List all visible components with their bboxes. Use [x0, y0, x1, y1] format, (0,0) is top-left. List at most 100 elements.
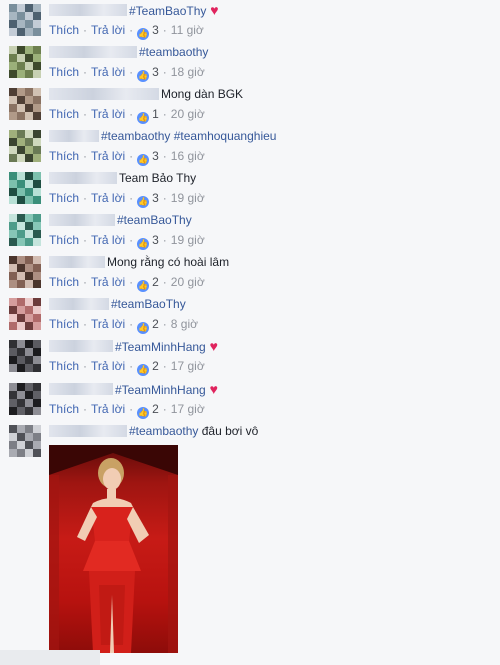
avatar[interactable] — [9, 425, 41, 457]
comment-text: #TeamBaoThy ♥ — [129, 3, 219, 19]
like-link[interactable]: Thích — [49, 359, 79, 373]
comment-body: Team Bảo Thy — [119, 171, 197, 185]
separator-dot: · — [83, 275, 88, 289]
separator-dot: · — [162, 233, 167, 247]
comment-timestamp[interactable]: 19 giờ — [171, 191, 205, 205]
comment-timestamp[interactable]: 20 giờ — [171, 275, 205, 289]
comment-timestamp[interactable]: 19 giờ — [171, 233, 205, 247]
separator-dot: · — [129, 107, 134, 121]
hashtag-link[interactable]: #TeamMinhHang — [115, 383, 206, 397]
reply-link[interactable]: Trả lời — [91, 149, 125, 163]
comment-body: đâu bơi vô — [198, 424, 259, 438]
comment-text: #teambaothy #teamhoquanghieu — [101, 129, 276, 144]
reply-link[interactable]: Trả lời — [91, 23, 125, 37]
reply-link[interactable]: Trả lời — [91, 107, 125, 121]
hashtag-link[interactable]: #TeamBaoThy — [129, 4, 206, 18]
like-link[interactable]: Thích — [49, 233, 79, 247]
separator-dot: · — [83, 359, 88, 373]
commenter-name-blurred[interactable] — [49, 256, 105, 268]
hashtag-link[interactable]: #teambaothy — [139, 45, 208, 59]
hashtag-link[interactable]: #teamBaoThy — [117, 213, 192, 227]
reply-link[interactable]: Trả lời — [91, 359, 125, 373]
comment-text: #teambaothy đâu bơi vô — [129, 424, 258, 439]
like-link[interactable]: Thích — [49, 149, 79, 163]
like-link[interactable]: Thích — [49, 107, 79, 121]
comment-actions: Thích · Trả lời · 👍 3 · 18 giờ — [49, 65, 205, 82]
separator-dot: · — [162, 23, 167, 37]
like-count[interactable]: 2 — [152, 402, 159, 416]
heart-emoji-icon: ♥ — [206, 2, 219, 18]
like-count[interactable]: 3 — [152, 149, 159, 163]
avatar[interactable] — [9, 214, 41, 246]
comment-timestamp[interactable]: 18 giờ — [171, 65, 205, 79]
hashtag-link[interactable]: #TeamMinhHang — [115, 340, 206, 354]
comment-actions: Thích · Trả lời · 👍 2 · 17 giờ — [49, 402, 205, 419]
like-count[interactable]: 1 — [152, 107, 159, 121]
like-link[interactable]: Thích — [49, 65, 79, 79]
comment-timestamp[interactable]: 11 giờ — [171, 23, 204, 37]
separator-dot: · — [129, 233, 134, 247]
avatar[interactable] — [9, 298, 41, 330]
like-count[interactable]: 3 — [152, 233, 159, 247]
hashtag-link[interactable]: #teambaothy #teamhoquanghieu — [101, 129, 276, 143]
commenter-name-blurred[interactable] — [49, 298, 109, 310]
comment-timestamp[interactable]: 17 giờ — [171, 402, 205, 416]
avatar[interactable] — [9, 4, 41, 36]
like-count[interactable]: 2 — [152, 359, 159, 373]
commenter-name-blurred[interactable] — [49, 46, 137, 58]
commenter-name-blurred[interactable] — [49, 88, 159, 100]
avatar[interactable] — [9, 88, 41, 120]
comment-timestamp[interactable]: 8 giờ — [171, 317, 198, 331]
commenter-name-blurred[interactable] — [49, 214, 115, 226]
comment-timestamp[interactable]: 17 giờ — [171, 359, 205, 373]
avatar[interactable] — [9, 46, 41, 78]
separator-dot: · — [162, 149, 167, 163]
reply-link[interactable]: Trả lời — [91, 317, 125, 331]
woman-in-red-dress-image — [49, 445, 178, 653]
like-link[interactable]: Thích — [49, 317, 79, 331]
avatar[interactable] — [9, 172, 41, 204]
comment-text: Mong rằng có hoài lâm — [107, 255, 229, 270]
reply-link[interactable]: Trả lời — [91, 275, 125, 289]
avatar[interactable] — [9, 340, 41, 372]
reply-link[interactable]: Trả lời — [91, 233, 125, 247]
heart-emoji-icon: ♥ — [205, 338, 218, 354]
like-count[interactable]: 3 — [152, 65, 159, 79]
separator-dot: · — [83, 149, 88, 163]
avatar[interactable] — [9, 383, 41, 415]
commenter-name-blurred[interactable] — [49, 340, 113, 352]
commenter-name-blurred[interactable] — [49, 172, 117, 184]
reply-link[interactable]: Trả lời — [91, 402, 125, 416]
like-count[interactable]: 2 — [152, 275, 159, 289]
commenter-name-blurred[interactable] — [49, 4, 127, 16]
reply-link[interactable]: Trả lời — [91, 65, 125, 79]
like-count[interactable]: 3 — [152, 191, 159, 205]
hashtag-link[interactable]: #teambaothy — [129, 424, 198, 438]
separator-dot: · — [162, 191, 167, 205]
thumbs-up-icon: 👍 — [137, 196, 150, 208]
hashtag-link[interactable]: #teamBaoThy — [111, 297, 186, 311]
thumbs-up-icon: 👍 — [137, 364, 150, 376]
commenter-name-blurred[interactable] — [49, 130, 99, 142]
like-count[interactable]: 3 — [152, 23, 159, 37]
like-count[interactable]: 2 — [152, 317, 159, 331]
avatar[interactable] — [9, 256, 41, 288]
like-link[interactable]: Thích — [49, 191, 79, 205]
separator-dot: · — [83, 402, 88, 416]
thumbs-up-icon: 👍 — [137, 112, 150, 124]
like-link[interactable]: Thích — [49, 275, 79, 289]
thumbs-up-icon: 👍 — [137, 238, 150, 250]
comment-timestamp[interactable]: 16 giờ — [171, 149, 205, 163]
reply-link[interactable]: Trả lời — [91, 191, 125, 205]
comment-text: Team Bảo Thy — [119, 171, 196, 186]
avatar[interactable] — [9, 130, 41, 162]
commenter-name-blurred[interactable] — [49, 383, 113, 395]
comment-text: #teamBaoThy — [111, 297, 186, 312]
commenter-name-blurred[interactable] — [49, 425, 127, 437]
like-link[interactable]: Thích — [49, 23, 79, 37]
comment-timestamp[interactable]: 20 giờ — [171, 107, 205, 121]
photo-attachment[interactable] — [49, 445, 178, 653]
like-link[interactable]: Thích — [49, 402, 79, 416]
separator-dot: · — [129, 275, 134, 289]
comment-actions: Thích · Trả lời · 👍 3 · 11 giờ — [49, 23, 204, 40]
